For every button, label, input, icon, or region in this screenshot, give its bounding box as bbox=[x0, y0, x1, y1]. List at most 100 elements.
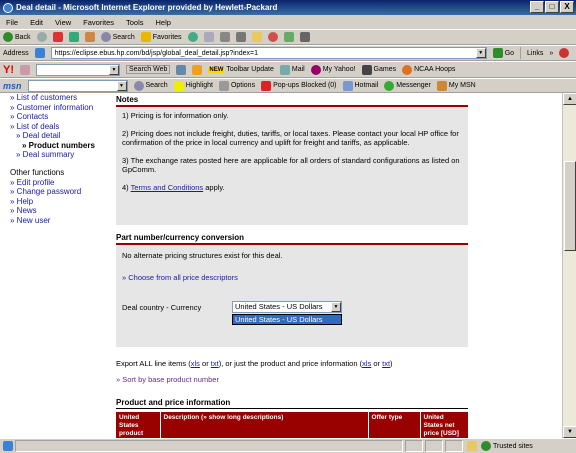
search-button[interactable]: Search bbox=[100, 32, 135, 42]
back-button[interactable]: Back bbox=[3, 32, 31, 42]
hotmail-button[interactable]: Hotmail bbox=[342, 80, 378, 91]
search-web-button[interactable]: Search Web bbox=[126, 65, 171, 74]
chevron-right-icon[interactable]: » bbox=[549, 50, 553, 57]
terms-link[interactable]: Terms and Conditions bbox=[131, 183, 204, 192]
nav-edit-profile[interactable]: » Edit profile bbox=[10, 178, 110, 188]
left-navigation: » List of customers » Customer informati… bbox=[10, 93, 110, 225]
yahoo-search-input[interactable]: ▼ bbox=[36, 63, 120, 76]
star-icon bbox=[140, 32, 151, 42]
col-product-number: United States product number bbox=[116, 412, 161, 438]
forward-arrow-icon[interactable] bbox=[36, 32, 47, 42]
scroll-thumb[interactable] bbox=[564, 161, 576, 251]
favorites-button[interactable]: Favorites bbox=[140, 32, 182, 42]
sort-by-base-product-link[interactable]: » Sort by base product number bbox=[116, 375, 219, 384]
currency-select[interactable]: United States - US Dollars ▼ bbox=[232, 301, 342, 313]
minimize-button[interactable]: _ bbox=[530, 1, 544, 13]
messenger-buddy-icon bbox=[384, 80, 395, 91]
export-all-xls-link[interactable]: xls bbox=[191, 359, 200, 368]
select-dropdown-icon[interactable]: ▼ bbox=[331, 302, 341, 312]
go-button[interactable]: Go bbox=[492, 48, 514, 58]
menu-favorites[interactable]: Favorites bbox=[83, 18, 114, 27]
standard-toolbar: Back Search Favorites bbox=[0, 29, 576, 45]
media-icon[interactable] bbox=[187, 32, 198, 42]
toolbar-update-button[interactable]: NEW Toolbar Update bbox=[208, 66, 274, 73]
nav-change-password[interactable]: » Change password bbox=[10, 187, 110, 197]
mail-icon[interactable] bbox=[203, 32, 214, 42]
popups-blocked-button[interactable]: Pop-ups Blocked (0) bbox=[261, 80, 337, 91]
currency-option[interactable]: United States - US Dollars bbox=[232, 314, 342, 325]
conversion-box: No alternate pricing structures exist fo… bbox=[116, 245, 468, 347]
menu-bar: File Edit View Favorites Tools Help bbox=[0, 15, 576, 29]
close-button[interactable]: X bbox=[560, 1, 574, 13]
address-input[interactable]: https://eclipse.ebus.hp.com/bd/jsp/globa… bbox=[50, 47, 487, 59]
print-icon[interactable] bbox=[219, 32, 230, 42]
export-all-txt-link[interactable]: txt bbox=[211, 359, 219, 368]
nav-news[interactable]: » News bbox=[10, 206, 110, 216]
links-button[interactable]: Links bbox=[527, 50, 543, 57]
ncaa-hoops-button[interactable]: NCAA Hoops bbox=[402, 64, 455, 75]
address-bar: Address https://eclipse.ebus.hp.com/bd/j… bbox=[0, 45, 576, 61]
nav-help[interactable]: » Help bbox=[10, 197, 110, 207]
yahoo-toolbar: Y! ▼ Search Web NEW Toolbar Update Mail … bbox=[0, 61, 576, 78]
scroll-down-icon[interactable]: ▼ bbox=[563, 426, 576, 438]
yahoo-search-dropdown-icon[interactable]: ▼ bbox=[109, 64, 119, 75]
messenger-button[interactable]: Messenger bbox=[384, 80, 431, 91]
nav-deal-detail[interactable]: » Deal detail bbox=[10, 131, 110, 141]
window-icon[interactable] bbox=[176, 64, 187, 75]
choose-price-descriptors-link[interactable]: » Choose from all price descriptors bbox=[122, 273, 238, 282]
research-icon[interactable] bbox=[283, 32, 294, 42]
nav-contacts[interactable]: » Contacts bbox=[10, 112, 110, 122]
tools-icon[interactable] bbox=[299, 32, 310, 42]
yahoo-mail-button[interactable]: Mail bbox=[279, 64, 305, 75]
notes-box: 1) Pricing is for information only. 2) P… bbox=[116, 107, 468, 225]
yahoo-logo-icon[interactable]: Y! bbox=[3, 64, 14, 76]
my-yahoo-button[interactable]: My Yahoo! bbox=[310, 64, 356, 75]
highlight-button[interactable]: Highlight bbox=[173, 80, 213, 91]
popup-blocker-icon bbox=[261, 80, 272, 91]
main-column: Notes 1) Pricing is for information only… bbox=[116, 93, 468, 438]
note-1: 1) Pricing is for information only. bbox=[122, 111, 229, 120]
nav-list-of-customers[interactable]: » List of customers bbox=[10, 93, 110, 103]
home-icon[interactable] bbox=[84, 32, 95, 42]
scroll-up-icon[interactable]: ▲ bbox=[563, 93, 576, 105]
nav-list-of-deals[interactable]: » List of deals bbox=[10, 122, 110, 132]
games-button[interactable]: Games bbox=[361, 64, 396, 75]
nav-deal-summary[interactable]: » Deal summary bbox=[10, 150, 110, 160]
maximize-button[interactable]: □ bbox=[545, 1, 559, 13]
status-cell-2 bbox=[425, 440, 443, 452]
messenger-icon[interactable] bbox=[267, 32, 278, 42]
col-description[interactable]: Description (» show long descriptions) bbox=[160, 412, 369, 438]
notes-title: Notes bbox=[116, 93, 468, 107]
pencil-icon[interactable] bbox=[20, 64, 30, 75]
export-product-xls-link[interactable]: xls bbox=[362, 359, 371, 368]
refresh-icon[interactable] bbox=[68, 32, 79, 42]
msn-search-dropdown-icon[interactable]: ▼ bbox=[116, 80, 127, 91]
my-msn-button[interactable]: My MSN bbox=[436, 80, 476, 91]
stop-icon[interactable] bbox=[52, 32, 63, 42]
menu-tools[interactable]: Tools bbox=[126, 18, 144, 27]
edit-icon[interactable] bbox=[235, 32, 246, 42]
menu-help[interactable]: Help bbox=[156, 18, 171, 27]
highlight-icon[interactable] bbox=[192, 64, 203, 75]
nav-new-user[interactable]: » New user bbox=[10, 216, 110, 226]
msn-search-button[interactable]: Search bbox=[133, 80, 168, 91]
address-dropdown-icon[interactable]: ▼ bbox=[475, 48, 486, 58]
options-button[interactable]: Options bbox=[218, 80, 255, 91]
menu-edit[interactable]: Edit bbox=[30, 18, 43, 27]
my-msn-icon bbox=[436, 80, 447, 91]
nav-customer-information[interactable]: » Customer information bbox=[10, 103, 110, 113]
ppi-title: Product and price information bbox=[116, 398, 468, 409]
security-zone: Trusted sites bbox=[481, 441, 533, 451]
msn-logo[interactable]: msn bbox=[3, 81, 22, 91]
vertical-scrollbar[interactable]: ▲ ▼ bbox=[562, 93, 576, 438]
menu-view[interactable]: View bbox=[55, 18, 71, 27]
page-content: » List of customers » Customer informati… bbox=[0, 93, 562, 438]
page-menu-icon[interactable] bbox=[559, 48, 570, 58]
my-yahoo-icon bbox=[310, 64, 321, 75]
menu-file[interactable]: File bbox=[6, 18, 18, 27]
conversion-title: Part number/currency conversion bbox=[116, 233, 468, 245]
msn-search-input[interactable]: ▼ bbox=[27, 79, 128, 92]
page-icon bbox=[34, 48, 45, 58]
export-product-txt-link[interactable]: txt bbox=[382, 359, 390, 368]
folder-icon[interactable] bbox=[251, 32, 262, 42]
